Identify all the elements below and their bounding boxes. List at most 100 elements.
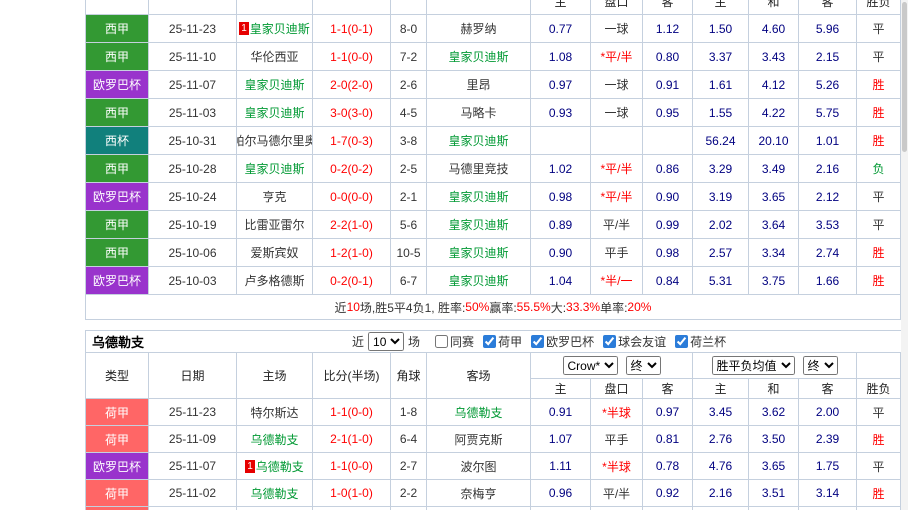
asia-away-odds: 0.84 — [643, 267, 693, 295]
score-cell[interactable]: 1-7(0-3) — [313, 127, 391, 155]
home-team-cell[interactable]: 1 皇家贝迪斯 — [237, 15, 313, 43]
team-section-header: 乌德勒支 近 10 场 同赛 荷甲 欧罗巴杯 球会友谊 荷兰杯 — [85, 330, 902, 352]
col-header-asia-home: 主 — [531, 0, 591, 15]
league-label: 西甲 — [104, 106, 129, 120]
score-cell[interactable]: 0-2(0-2) — [313, 155, 391, 183]
home-team-cell[interactable]: 爱斯宾奴 — [237, 239, 313, 267]
score-cell[interactable]: 1-1(0-0) — [313, 43, 391, 71]
euro-draw-odds: 3.65 — [749, 453, 799, 480]
match-row: 西甲 25-11-03 皇家贝迪斯 3-0(3-0) 4-5 马略卡 0.93 … — [85, 99, 901, 127]
filter-checkbox[interactable] — [435, 335, 449, 348]
league-badge: 西甲 — [85, 43, 149, 71]
asia-away-odds: 0.99 — [643, 211, 693, 239]
home-team-cell[interactable]: 亨克 — [237, 183, 313, 211]
euro-time-select[interactable]: 终 — [802, 356, 838, 375]
away-team-cell[interactable]: 皇家贝迪斯 — [427, 183, 531, 211]
filter-option[interactable]: 荷甲 — [483, 333, 522, 350]
home-team-cell[interactable]: 乌德勒支 — [237, 426, 313, 453]
col-header-home: 主场 — [237, 353, 313, 399]
filter-checkbox[interactable] — [483, 335, 497, 348]
scrollbar-thumb[interactable] — [902, 2, 907, 152]
team-name: 乌德勒支 — [92, 335, 145, 350]
away-team-cell[interactable]: 波尔图 — [427, 453, 531, 480]
league-badge: 荷甲 — [85, 399, 149, 426]
match-date: 25-11-23 — [149, 399, 237, 426]
corner-cell: 10-5 — [391, 239, 427, 267]
away-team-cell[interactable]: 阿贾克斯 — [427, 426, 531, 453]
score-cell[interactable]: 3-0(3-0) — [313, 99, 391, 127]
home-team-cell[interactable]: 1 乌德勒支 — [237, 453, 313, 480]
filter-option[interactable]: 球会友谊 — [603, 333, 666, 350]
handicap-cell: *平/半 — [591, 183, 643, 211]
score-cell[interactable]: 1-1(0-0) — [313, 399, 391, 426]
home-team-name: 爱斯宾奴 — [250, 246, 299, 260]
asia-time-select[interactable]: 终 — [625, 356, 661, 375]
col-header-result: 胜负 — [857, 0, 901, 15]
match-row: 荷甲 25-11-02 乌德勒支 1-0(1-0) 2-2 奈梅亨 0.96 平… — [85, 480, 902, 507]
euro-odds-controls: 胜平负均值 终 — [693, 353, 857, 379]
filter-option[interactable]: 荷兰杯 — [675, 333, 726, 350]
result-cell: 胜 — [857, 426, 901, 453]
result-cell: 胜 — [857, 127, 901, 155]
home-team-cell[interactable]: 华伦西亚 — [237, 43, 313, 71]
utrecht-table-body: 荷甲 25-11-23 特尔斯达 1-1(0-0) 1-8 乌德勒支 0.91 … — [85, 399, 902, 510]
euro-mode-select[interactable]: 胜平负均值 — [711, 356, 795, 375]
euro-draw-odds: 3.64 — [749, 211, 799, 239]
away-team-cell[interactable]: 乌德勒支 — [427, 399, 531, 426]
home-team-cell[interactable]: 乌德勒支 — [237, 480, 313, 507]
league-badge: 荷甲 — [85, 480, 149, 507]
home-team-cell[interactable]: 皇家贝迪斯 — [237, 155, 313, 183]
away-team-cell[interactable]: 皇家贝迪斯 — [427, 239, 531, 267]
filter-checkbox[interactable] — [675, 335, 689, 348]
home-team-name: 乌德勒支 — [250, 486, 299, 501]
home-team-cell[interactable]: 皇家贝迪斯 — [237, 99, 313, 127]
away-team-cell[interactable]: 皇家贝迪斯 — [427, 211, 531, 239]
col-header-euro-draw: 和 — [749, 0, 799, 15]
away-team-cell[interactable]: 马略卡 — [427, 99, 531, 127]
filter-option[interactable]: 欧罗巴杯 — [531, 333, 594, 350]
score-cell[interactable]: 2-2(1-0) — [313, 211, 391, 239]
result-cell: 胜 — [857, 239, 901, 267]
score-cell[interactable]: 1-2(1-0) — [313, 239, 391, 267]
home-team-cell[interactable]: 比雷亚雷尔 — [237, 211, 313, 239]
home-team-cell[interactable]: 帕尔马德尔里奥 — [237, 127, 313, 155]
away-team-cell[interactable]: 里昂 — [427, 71, 531, 99]
score-cell[interactable]: 1-1(0-1) — [313, 15, 391, 43]
score-cell[interactable]: 1-1(0-0) — [313, 453, 391, 480]
odds-company-select[interactable]: Crow* — [562, 356, 618, 375]
euro-home-odds: 2.02 — [693, 211, 749, 239]
away-team-cell[interactable]: 奈梅亨 — [427, 480, 531, 507]
score-cell[interactable]: 1-0(1-0) — [313, 480, 391, 507]
score-cell[interactable]: 2-1(1-0) — [313, 426, 391, 453]
league-label: 西杯 — [104, 134, 129, 148]
home-team-cell[interactable]: 卢多格德斯 — [237, 267, 313, 295]
col-header-away — [427, 0, 531, 15]
filter-option[interactable]: 同赛 — [435, 333, 474, 350]
match-count-select[interactable]: 10 — [368, 332, 405, 351]
home-team-cell[interactable]: 皇家贝迪斯 — [237, 71, 313, 99]
filter-checkbox[interactable] — [603, 335, 617, 348]
score-cell[interactable]: 0-0(0-0) — [313, 183, 391, 211]
filter-checkbox[interactable] — [531, 335, 545, 348]
away-team-cell[interactable]: 赫罗纳 — [427, 15, 531, 43]
league-label: 欧罗巴杯 — [92, 459, 141, 474]
score-cell[interactable]: 0-2(0-1) — [313, 267, 391, 295]
match-row: 荷甲 25-11-09 乌德勒支 2-1(1-0) 6-4 阿贾克斯 1.07 … — [85, 426, 902, 453]
handicap-cell: *平/半 — [591, 43, 643, 71]
col-header-type: 类型 — [85, 353, 149, 399]
match-row: 西甲 25-10-28 皇家贝迪斯 0-2(0-2) 2-5 马德里竞技 1.0… — [85, 155, 901, 183]
away-team-cell[interactable]: 马德里竞技 — [427, 155, 531, 183]
euro-draw-odds: 20.10 — [749, 127, 799, 155]
score-cell[interactable]: 2-0(2-0) — [313, 71, 391, 99]
match-date: 25-11-09 — [149, 426, 237, 453]
asia-home-odds: 1.08 — [531, 43, 591, 71]
away-team-name: 马德里竞技 — [448, 162, 509, 176]
away-team-cell[interactable]: 皇家贝迪斯 — [427, 127, 531, 155]
away-team-name: 里昂 — [466, 78, 491, 92]
away-team-cell[interactable]: 皇家贝迪斯 — [427, 267, 531, 295]
home-team-cell[interactable]: 特尔斯达 — [237, 399, 313, 426]
asia-home-odds: 1.11 — [531, 453, 591, 480]
vertical-scrollbar[interactable] — [901, 0, 908, 510]
result-cell: 胜 — [857, 267, 901, 295]
away-team-cell[interactable]: 皇家贝迪斯 — [427, 43, 531, 71]
